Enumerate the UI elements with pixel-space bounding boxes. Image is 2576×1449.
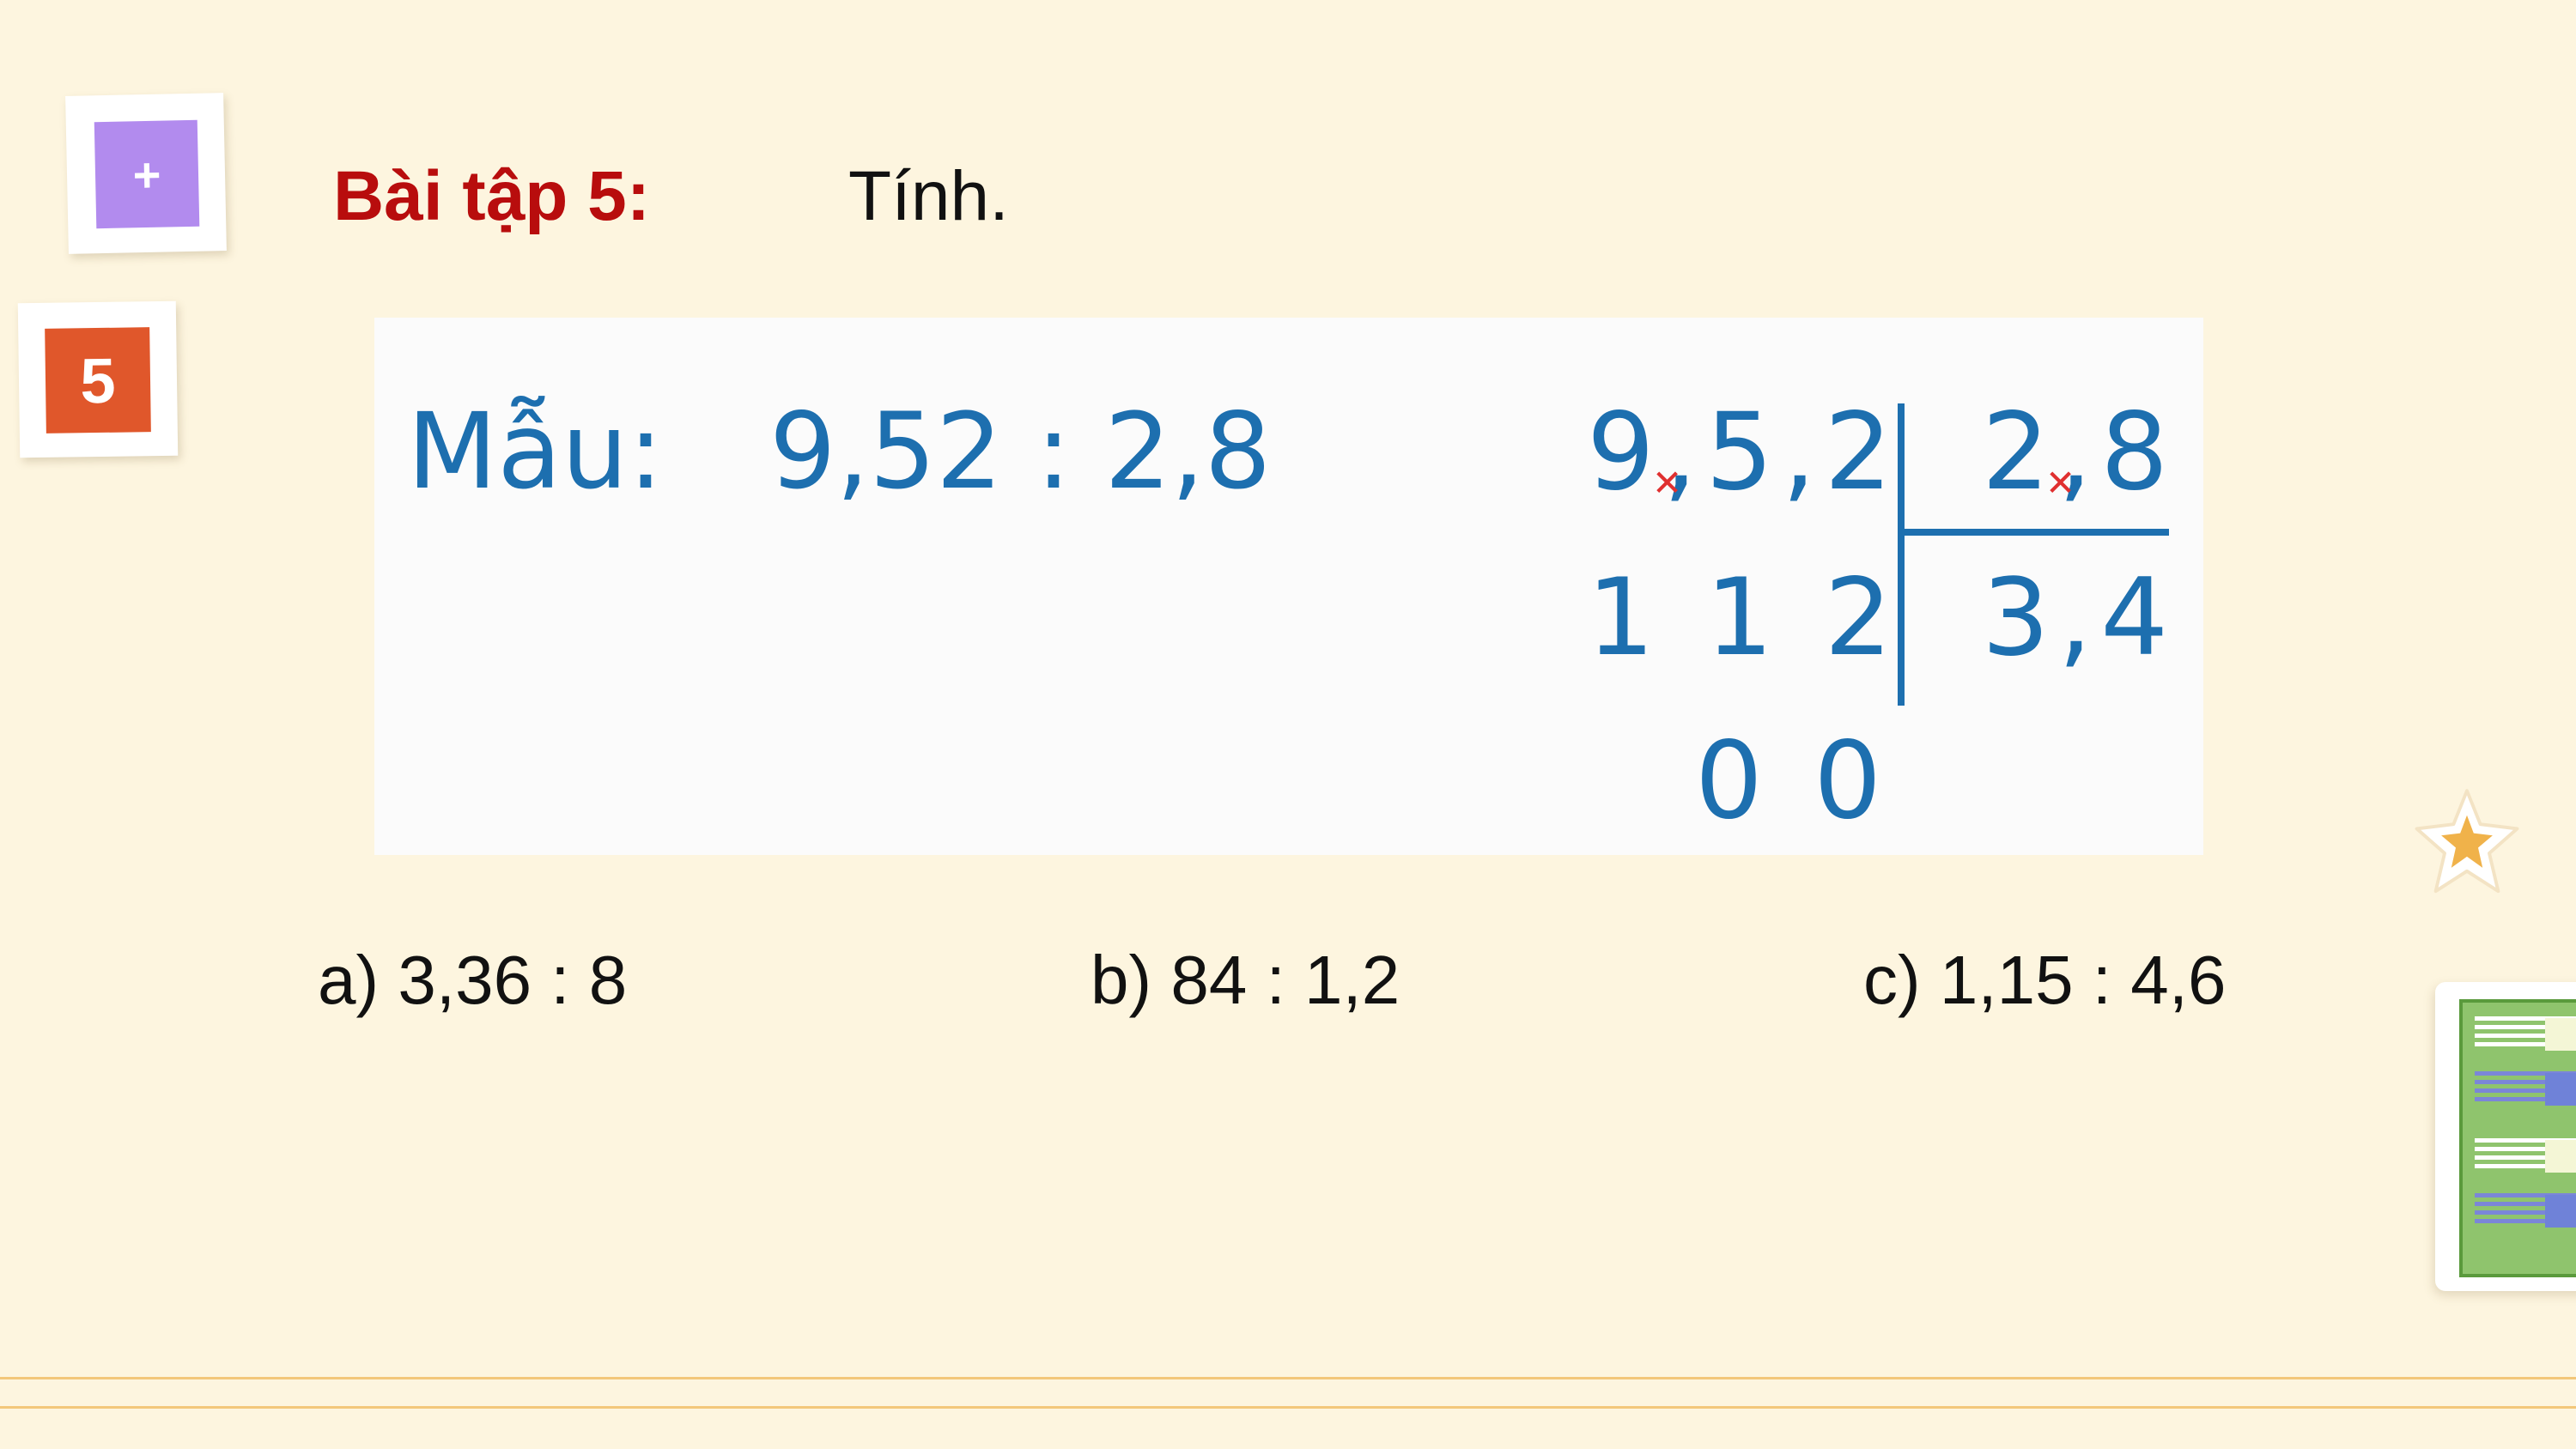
exercise-number-note: 5 <box>17 300 179 458</box>
plus-sticky-note[interactable]: + <box>65 93 227 254</box>
decimal-strike-mark-divisor: ✕ <box>2045 462 2076 504</box>
footer-rule <box>0 1406 2576 1409</box>
long-division-dividend: 9,5,2 <box>1587 391 1901 514</box>
long-division-remainder: 0 0 <box>1695 719 1891 843</box>
long-division-vertical-line <box>1898 403 1905 706</box>
worksheet-thumbnail <box>2459 999 2576 1277</box>
example-panel: Mẫu: 9,52 : 2,8 9,5,2 2,8 1 1 2 3,4 0 0 … <box>374 318 2203 855</box>
exercise-instruction: Tính. <box>848 157 1009 235</box>
exercise-title: Bài tập 5: <box>333 157 651 235</box>
exercise-number-badge: 5 <box>45 327 151 433</box>
worksheet-box <box>2545 1195 2576 1228</box>
worksheet-icon[interactable] <box>2435 982 2576 1291</box>
star-icon[interactable] <box>2411 786 2523 898</box>
plus-icon[interactable]: + <box>94 119 200 229</box>
worksheet-box <box>2545 1073 2576 1106</box>
long-division-divisor: 2,8 <box>1982 391 2178 514</box>
problem-c: c) 1,15 : 4,6 <box>1863 942 2227 1018</box>
long-division-quotient: 3,4 <box>1982 556 2178 680</box>
problem-a: a) 3,36 : 8 <box>318 942 628 1018</box>
worksheet-box <box>2545 1018 2576 1051</box>
long-division-subtotal: 1 1 2 <box>1587 556 1901 680</box>
long-division-horizontal-line <box>1898 529 2169 536</box>
footer-rule <box>0 1377 2576 1379</box>
example-expression: 9,52 : 2,8 <box>769 391 1272 512</box>
decimal-strike-mark-dividend: ✕ <box>1652 462 1683 504</box>
example-label: Mẫu: <box>407 391 664 512</box>
worksheet-box <box>2545 1140 2576 1173</box>
problem-b: b) 84 : 1,2 <box>1091 942 1400 1018</box>
